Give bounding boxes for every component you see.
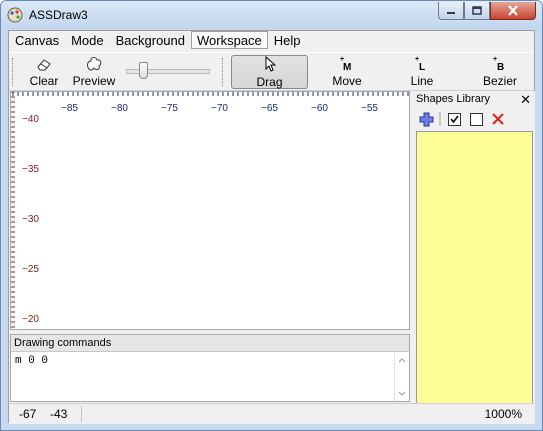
ruler-top-label: −85 xyxy=(61,103,78,114)
line-label: Line xyxy=(410,74,434,88)
separator-icon xyxy=(439,112,441,126)
app-icon xyxy=(7,7,23,23)
scroll-up-icon xyxy=(398,358,406,363)
shapes-library-toolbar xyxy=(416,111,534,129)
status-bar: -67 -43 1000% xyxy=(9,403,534,424)
check-all-button[interactable] xyxy=(446,111,462,127)
zoom-slider[interactable] xyxy=(126,62,210,80)
scroll-down-icon xyxy=(398,391,406,396)
toolbar: Clear Preview Drag + M Move + L Line + B… xyxy=(9,52,534,91)
client-area: Canvas Mode Background Workspace Help Cl… xyxy=(8,30,535,424)
plus-icon xyxy=(419,112,433,126)
ruler-top-label: −70 xyxy=(211,103,228,114)
window-title: ASSDraw3 xyxy=(29,8,88,22)
move-label: Move xyxy=(332,74,362,88)
shapes-library-panel: Shapes Library ✕ xyxy=(414,91,535,423)
clear-button[interactable]: Clear xyxy=(24,55,64,89)
drawing-commands-title: Drawing commands xyxy=(11,335,409,352)
toolbar-grip-2[interactable] xyxy=(222,58,226,86)
preview-button[interactable]: Preview xyxy=(69,55,119,89)
bezier-mode-button[interactable]: + B Bezier xyxy=(476,55,524,89)
shapes-library-title: Shapes Library xyxy=(416,93,490,105)
cursor-y-readout: -43 xyxy=(50,407,68,421)
drag-mode-button[interactable]: Drag xyxy=(231,55,308,89)
delete-shape-button[interactable] xyxy=(490,111,506,127)
eraser-icon xyxy=(37,59,51,71)
drawing-commands-text[interactable]: m 0 0 xyxy=(15,355,48,367)
move-M-icon: +M xyxy=(340,56,351,71)
toolbar-grip[interactable] xyxy=(12,58,16,86)
ruler-left-label: −40 xyxy=(22,114,39,125)
ruler-left-label: −35 xyxy=(22,164,39,175)
drawing-commands-scrollbar[interactable] xyxy=(394,353,409,401)
maximize-button[interactable] xyxy=(464,2,490,20)
line-mode-button[interactable]: + L Line xyxy=(402,55,442,89)
ruler-left-label: −30 xyxy=(22,214,39,225)
svg-text:M: M xyxy=(343,62,351,71)
menu-canvas[interactable]: Canvas xyxy=(9,31,65,49)
menu-help[interactable]: Help xyxy=(268,31,307,49)
uncheck-all-button[interactable] xyxy=(468,111,484,127)
drag-label: Drag xyxy=(256,75,283,89)
zoom-level-readout: 1000% xyxy=(484,407,522,421)
ruler-left xyxy=(11,92,15,328)
app-window: ASSDraw3 Canvas Mode Background Workspac… xyxy=(0,0,543,431)
close-button[interactable] xyxy=(490,2,536,20)
drawing-commands-panel: Drawing commands m 0 0 xyxy=(10,334,410,402)
preview-label: Preview xyxy=(72,74,116,88)
menu-bar: Canvas Mode Background Workspace Help xyxy=(9,31,534,51)
ruler-top-label: −65 xyxy=(261,103,278,114)
add-shape-button[interactable] xyxy=(418,111,434,127)
maximize-icon xyxy=(472,5,482,15)
ruler-top-label: −55 xyxy=(361,103,378,114)
bezier-label: Bezier xyxy=(482,74,517,88)
ruler-top-label: −75 xyxy=(161,103,178,114)
ruler-top-label: −60 xyxy=(311,103,328,114)
minimize-button[interactable] xyxy=(438,2,464,20)
shapes-toolbar-separator xyxy=(438,111,442,127)
shapes-library-close-button[interactable]: ✕ xyxy=(520,92,531,108)
svg-text:B: B xyxy=(497,62,504,71)
preview-shape-icon xyxy=(87,57,102,71)
clear-label: Clear xyxy=(29,74,59,88)
ruler-left-label: −25 xyxy=(22,264,39,275)
line-L-icon: +L xyxy=(415,56,425,71)
menu-mode[interactable]: Mode xyxy=(65,31,110,49)
title-bar[interactable]: ASSDraw3 xyxy=(1,1,542,29)
window-controls xyxy=(438,2,536,21)
status-separator xyxy=(81,406,82,422)
close-icon xyxy=(508,5,518,16)
ruler-left-label: −20 xyxy=(22,314,39,325)
minimize-icon xyxy=(447,11,455,14)
cursor-x-readout: -67 xyxy=(19,407,37,421)
shapes-library-list[interactable] xyxy=(416,131,533,419)
menu-workspace[interactable]: Workspace xyxy=(191,31,268,49)
move-mode-button[interactable]: + M Move xyxy=(322,55,372,89)
checked-box-icon xyxy=(447,112,461,126)
menu-background[interactable]: Background xyxy=(110,31,191,49)
ruler-top-label: −80 xyxy=(111,103,128,114)
zoom-slider-thumb[interactable] xyxy=(139,62,148,79)
red-x-icon xyxy=(492,113,504,125)
empty-box-icon xyxy=(469,112,483,126)
cursor-arrow-icon xyxy=(265,56,276,72)
bezier-B-icon: +B xyxy=(493,56,504,71)
drawing-canvas[interactable]: −85 −80 −75 −70 −65 −60 −55 −40 −35 −30 … xyxy=(10,91,410,330)
svg-text:L: L xyxy=(419,62,425,71)
